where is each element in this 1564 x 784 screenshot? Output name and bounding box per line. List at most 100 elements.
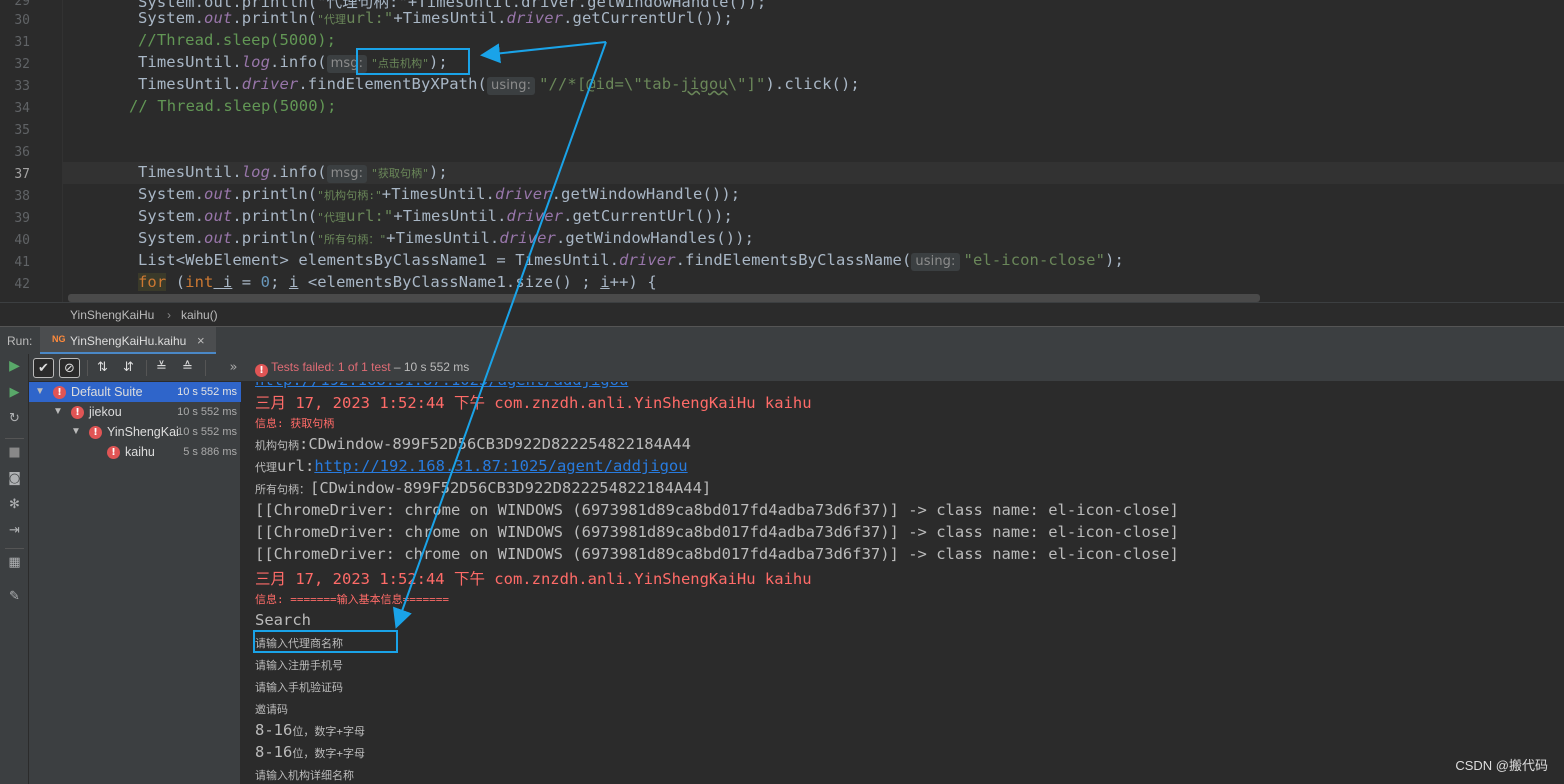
line-number: 41 [14,255,30,270]
error-icon: ! [255,364,268,377]
console-line: [[ChromeDriver: chrome on WINDOWS (69739… [255,501,1179,519]
run-tab[interactable]: NG YinShengKaiHu.kaihu × [40,327,216,355]
toggle-auto-test-icon[interactable]: ↻ [6,410,23,427]
line-number: 36 [14,145,30,160]
collapse-all-icon[interactable]: ≙ [177,358,198,378]
testng-icon: NG [52,334,66,344]
run-side-toolbar: ▶ ▶ ↻ ■ ◙ ✻ ⇥ ▦ ✎ [0,354,29,784]
run-label: Run: [7,334,33,348]
pin-icon[interactable]: ✎ [6,588,23,605]
code-line-42: for (int i = 0; i <elementsByClassName1.… [138,273,657,291]
line-number: 42 [14,277,30,292]
console-line: 请输入注册手机号 [255,659,343,672]
sort-duration-icon[interactable]: ⇵ [118,358,139,378]
run-top-toolbar: ✔ ⊘ ⇅ ⇵ ≚ ≙ » ! Tests failed: 1 of 1 tes… [29,354,1564,382]
console-line-clipped: http://192.168.31.87:1025/agent/addjigou [255,382,628,389]
watermark: CSDN @搬代码 [1455,758,1548,773]
status-time: – 10 s 552 ms [390,360,470,374]
toolbar-divider [205,360,206,376]
error-icon: ! [71,406,84,419]
line-number: 29 [14,0,30,9]
console-line: 信息: 获取句柄 [255,417,335,430]
breadcrumb-method[interactable]: kaihu() [181,308,218,322]
tree-row-yinshengkai[interactable]: ▼ ! YinShengKai 10 s 552 ms [29,422,241,442]
rerun-failed-icon[interactable]: ▶ [6,384,23,401]
rerun-icon[interactable]: ▶ [6,358,23,375]
toolbar-divider [87,360,88,376]
highlight-box-code [356,48,470,75]
toolbar-divider [5,438,24,439]
breadcrumb-class[interactable]: YinShengKaiHu [70,308,154,322]
debug-icon[interactable]: ✻ [6,496,23,513]
test-status: ! Tests failed: 1 of 1 test – 10 s 552 m… [255,360,469,377]
console-line: 请输入机构详细名称 [255,769,354,782]
line-number: 39 [14,211,30,226]
expand-all-icon[interactable]: ≚ [151,358,172,378]
close-icon[interactable]: × [197,333,205,348]
sort-alpha-icon[interactable]: ⇅ [92,358,113,378]
console-line: 8-16位，数字+字母 [255,743,365,761]
param-hint: using: [911,253,960,271]
expand-arrow-icon[interactable]: ▼ [35,382,45,402]
code-line-37: TimesUntil.log.info(msg: "获取句柄"); [138,163,448,183]
console-line: 8-16位，数字+字母 [255,721,365,739]
code-line-40: System.out.println("所有句柄："+TimesUntil.dr… [138,229,755,247]
tree-item-time: 10 s 552 ms [177,406,237,418]
tree-item-label: kaihu [125,445,155,459]
console-line: 所有句柄：[CDwindow-899F52D56CB3D922D82225482… [255,479,712,497]
error-icon: ! [53,386,66,399]
show-passed-icon[interactable]: ✔ [33,358,54,378]
gutter-separator [62,0,63,302]
console-output[interactable]: http://192.168.31.87:1025/agent/addjigou… [242,382,1564,784]
tree-item-label: jiekou [89,405,122,419]
line-number: 40 [14,233,30,248]
status-count: 1 of 1 test [337,360,391,374]
code-line-38: System.out.println("机构句柄:"+TimesUntil.dr… [138,185,741,203]
tree-row-kaihu[interactable]: ! kaihu 5 s 886 ms [29,442,241,462]
camera-icon[interactable]: ◙ [6,470,23,487]
code-line-34: // Thread.sleep(5000); [129,97,337,115]
expand-arrow-icon[interactable]: ▼ [53,402,63,422]
layout-icon[interactable]: ▦ [6,554,23,571]
line-number: 30 [14,13,30,28]
console-line: 三月 17, 2023 1:52:44 下午 com.znzdh.anli.Yi… [255,394,812,412]
console-line: [[ChromeDriver: chrome on WINDOWS (69739… [255,523,1179,541]
param-hint: msg: [326,165,368,183]
stop-icon[interactable]: ■ [6,444,23,461]
code-line-41: List<WebElement> elementsByClassName1 = … [138,251,1124,271]
tree-item-label: Default Suite [71,385,143,399]
show-ignored-icon[interactable]: ⊘ [59,358,80,378]
run-tab-title: YinShengKaiHu.kaihu [70,334,187,348]
console-line: 三月 17, 2023 1:52:44 下午 com.znzdh.anli.Yi… [255,570,812,588]
error-icon: ! [107,446,120,459]
line-number: 35 [14,123,30,138]
console-line: Search [255,611,311,629]
code-line-39: System.out.println("代理url:"+TimesUntil.d… [138,207,733,225]
tree-item-time: 10 s 552 ms [177,386,237,398]
line-number: 32 [14,57,30,72]
highlight-box-console [253,630,398,653]
console-line: [[ChromeDriver: chrome on WINDOWS (69739… [255,545,1179,563]
console-line: 请输入手机验证码 [255,681,343,694]
console-link[interactable]: http://192.168.31.87:1025/agent/addjigou [255,382,628,389]
toolbar-divider [5,548,24,549]
code-line-30: System.out.println("代理url:"+TimesUntil.d… [138,9,733,27]
line-number: 34 [14,101,30,116]
tree-item-time: 5 s 886 ms [183,446,237,458]
exit-icon[interactable]: ⇥ [6,522,23,539]
line-number: 31 [14,35,30,50]
tree-row-jiekou[interactable]: ▼ ! jiekou 10 s 552 ms [29,402,241,422]
line-number: 37 [14,167,30,182]
line-number: 38 [14,189,30,204]
console-line: 机构句柄:CDwindow-899F52D56CB3D922D822254822… [255,435,691,453]
code-editor[interactable]: 29 30 31 32 33 34 35 36 37 38 39 40 41 4… [0,0,1564,302]
tree-row-default-suite[interactable]: ▼ ! Default Suite 10 s 552 ms [29,382,241,402]
more-chevron-icon[interactable]: » [223,358,244,378]
horizontal-scrollbar[interactable] [68,294,1260,302]
tree-item-label: YinShengKai [107,425,179,439]
console-url-link[interactable]: http://192.168.31.87:1025/agent/addjigou [314,457,687,475]
expand-arrow-icon[interactable]: ▼ [71,422,81,442]
code-line-31: //Thread.sleep(5000); [138,31,337,49]
test-tree: ▼ ! Default Suite 10 s 552 ms ▼ ! jiekou… [29,382,241,784]
breadcrumb-separator-icon: › [167,308,171,322]
